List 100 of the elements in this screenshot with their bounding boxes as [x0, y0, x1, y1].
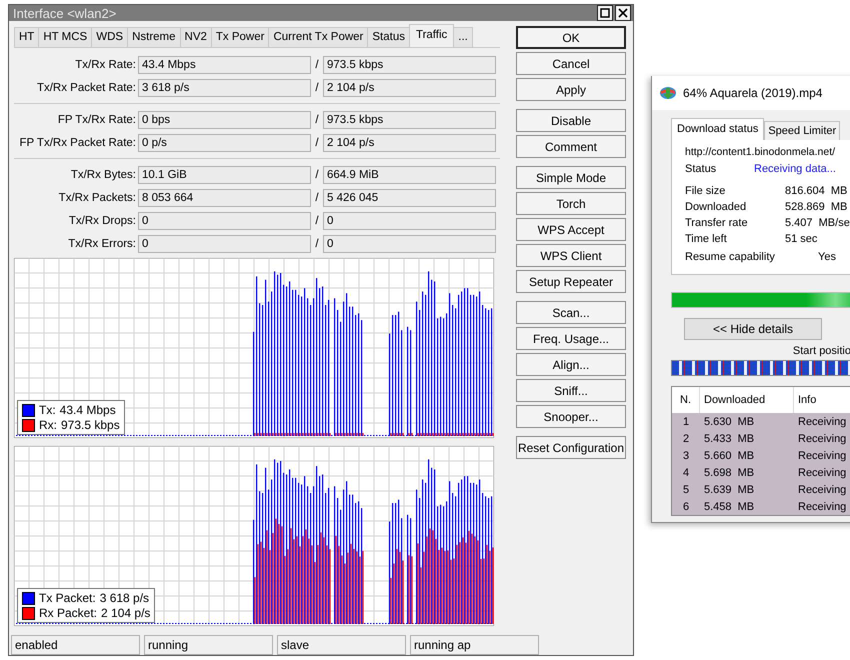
window-title: Interface <wlan2> — [13, 6, 116, 20]
tab[interactable]: ... — [453, 27, 473, 47]
divider-text: / — [314, 58, 320, 70]
status-cell: running ap — [410, 635, 539, 655]
value-field: 3 618 p/s — [138, 78, 311, 96]
field-label: Tx/Rx Errors: — [67, 238, 136, 250]
tab[interactable]: Download status — [671, 118, 764, 140]
value-field: 0 — [138, 234, 311, 252]
table-cell-text: 4 — [682, 466, 690, 478]
tab[interactable]: Current Tx Power — [268, 27, 368, 47]
value-field: 10.1 GiB — [138, 166, 311, 184]
legend-label: Rx: — [39, 418, 57, 432]
tab[interactable]: NV2 — [180, 27, 212, 47]
table-cell-text: 5.639 MB — [703, 484, 756, 496]
legend-value: 43.4 Mbps — [60, 403, 116, 417]
value-field: 2 104 p/s — [323, 134, 496, 152]
action-button[interactable]: Reset Configuration — [516, 436, 626, 459]
status-cell: enabled — [11, 635, 140, 655]
action-button[interactable]: WPS Accept — [516, 218, 626, 241]
value-field: 2 104 p/s — [323, 78, 496, 96]
action-button[interactable]: Sniff... — [516, 379, 626, 402]
divider-text: / — [314, 214, 320, 226]
detail-label: File size — [685, 185, 726, 199]
value-field: 8 053 664 — [138, 188, 311, 206]
field-label: Tx/Rx Drops: — [68, 214, 136, 226]
table-cell-text: 3 — [682, 450, 690, 462]
status-cell: slave — [277, 635, 406, 655]
detail-value: Yes — [818, 251, 836, 265]
value-field: 0 — [323, 212, 496, 230]
field-label: FP Tx/Rx Packet Rate: — [18, 136, 136, 148]
action-button[interactable]: Freq. Usage... — [516, 327, 626, 350]
divider-text: / — [314, 114, 320, 126]
detail-label: Downloaded — [685, 201, 748, 215]
legend-label: Tx Packet: — [39, 591, 96, 605]
table-cell-text: Receiving — [797, 466, 848, 478]
divider-text: / — [314, 82, 320, 94]
tab[interactable]: Tx Power — [210, 27, 270, 47]
field-label: Tx/Rx Bytes: — [70, 168, 136, 180]
action-button[interactable]: OK — [516, 26, 626, 49]
detail-value: 528.869 MB — [785, 201, 848, 215]
tab[interactable]: Status — [367, 27, 410, 47]
maximize-button[interactable] — [597, 5, 613, 21]
divider-text: / — [314, 192, 320, 204]
action-button[interactable]: Disable — [516, 109, 626, 132]
hide-details-button[interactable]: << Hide details — [684, 318, 822, 340]
detail-label: Status — [685, 163, 718, 177]
table-cell-text: 5.433 MB — [703, 432, 756, 444]
status-text: Receiving data... — [754, 163, 836, 177]
table-cell-text: 2 — [682, 432, 690, 444]
detail-value: 5.407 MB/se — [785, 217, 850, 231]
action-button[interactable]: WPS Client — [516, 244, 626, 267]
action-button[interactable]: Cancel — [516, 52, 626, 75]
window-title: 64% Aquarela (2019).mp4 — [683, 86, 822, 100]
table-cell-text: 1 — [682, 416, 690, 428]
value-field: 43.4 Mbps — [138, 56, 311, 74]
status-cell: running — [144, 635, 273, 655]
close-button[interactable] — [615, 5, 631, 21]
tab[interactable]: Nstreme — [127, 27, 181, 47]
table-cell-text: 5.458 MB — [703, 500, 756, 512]
divider-text: / — [314, 238, 320, 250]
tab[interactable]: HT — [14, 27, 40, 47]
value-field: 973.5 kbps — [323, 110, 496, 128]
value-field: 664.9 MiB — [323, 166, 496, 184]
value-field: 0 — [323, 234, 496, 252]
legend-label: Tx: — [39, 403, 56, 417]
value-field: 0 p/s — [138, 134, 311, 152]
table-cell-text: Receiving — [797, 450, 848, 462]
action-button[interactable]: Apply — [516, 78, 626, 101]
action-button[interactable]: Align... — [516, 353, 626, 376]
tab[interactable]: Speed Limiter — [764, 121, 840, 140]
action-button[interactable]: Scan... — [516, 301, 626, 324]
column-header[interactable]: Info — [794, 387, 850, 413]
field-label: Tx/Rx Rate: — [74, 58, 136, 70]
table-cell-text: Receiving — [797, 432, 848, 444]
table-cell-text: Receiving — [797, 484, 848, 496]
legend-value: 973.5 kbps — [61, 418, 120, 432]
detail-value: 51 sec — [785, 233, 818, 247]
tab[interactable]: HT MCS — [38, 27, 92, 47]
table-cell-text: Receiving — [797, 416, 848, 428]
action-button[interactable]: Torch — [516, 192, 626, 215]
field-label: FP Tx/Rx Rate: — [56, 114, 136, 126]
tab[interactable]: WDS — [91, 27, 128, 47]
action-button[interactable]: Snooper... — [516, 405, 626, 428]
divider-text: / — [314, 168, 320, 180]
value-field: 0 bps — [138, 110, 311, 128]
table-cell-text: 6 — [682, 500, 690, 512]
value-field: 0 — [138, 212, 311, 230]
divider-text: / — [314, 136, 320, 148]
legend-label: Rx Packet: — [39, 606, 98, 620]
column-header[interactable]: N. — [672, 387, 700, 413]
action-button[interactable]: Setup Repeater — [516, 270, 626, 293]
table-cell-text: 5.698 MB — [703, 466, 756, 478]
detail-label: Transfer rate — [685, 217, 749, 231]
table-cell-text: Receiving — [797, 500, 848, 512]
detail-label: Resume capability — [685, 251, 776, 265]
field-label: Tx/Rx Packets: — [58, 192, 136, 204]
column-header[interactable]: Downloaded — [700, 387, 794, 413]
action-button[interactable]: Simple Mode — [516, 166, 626, 189]
action-button[interactable]: Comment — [516, 135, 626, 158]
url-text: http://content1.binodonmela.net/ — [685, 146, 836, 160]
